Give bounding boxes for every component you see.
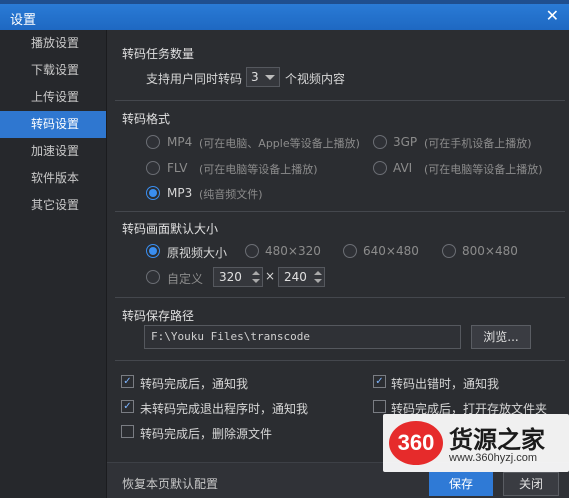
radio-size-custom[interactable] — [146, 270, 160, 284]
radio-mp3[interactable] — [146, 186, 160, 200]
close-button[interactable]: 关闭 — [503, 472, 559, 496]
sidebar-item-label: 下载设置 — [31, 63, 80, 77]
sidebar-item-acceleration[interactable]: 加速设置 — [0, 138, 106, 165]
format-flv-label: FLV — [167, 161, 188, 175]
spin-down-icon[interactable] — [314, 279, 322, 283]
watermark-url: www.360hyzj.com — [449, 452, 538, 464]
divider — [115, 100, 565, 101]
radio-avi[interactable] — [373, 161, 387, 175]
checkbox-notify-complete[interactable]: ✓ — [121, 375, 134, 388]
format-mp3-desc: (纯音频文件) — [199, 188, 263, 201]
task-count-suffix: 个视频内容 — [285, 72, 346, 86]
size-800x480-label: 800×480 — [462, 244, 518, 258]
size-title: 转码画面默认大小 — [122, 222, 219, 236]
sidebar: 播放设置 下载设置 上传设置 转码设置 加速设置 软件版本 其它设置 — [0, 30, 107, 498]
save-path-input[interactable]: F:\Youku Files\transcode — [144, 325, 461, 349]
sidebar-item-label: 播放设置 — [31, 36, 80, 50]
spin-up-icon[interactable] — [252, 271, 260, 275]
sidebar-item-playback[interactable]: 播放设置 — [0, 30, 106, 57]
delete-source-label: 转码完成后，删除源文件 — [140, 427, 273, 441]
format-mp4-label: MP4 — [167, 135, 193, 149]
format-avi-label: AVI — [393, 161, 413, 175]
divider — [115, 211, 565, 212]
browse-button[interactable]: 浏览... — [471, 325, 531, 349]
custom-width-value: 320 — [219, 270, 242, 284]
sidebar-item-label: 软件版本 — [31, 171, 80, 185]
format-avi-desc: (可在电脑等设备上播放) — [424, 163, 543, 176]
path-title: 转码保存路径 — [122, 309, 195, 323]
custom-height-value: 240 — [284, 270, 307, 284]
restore-defaults-link[interactable]: 恢复本页默认配置 — [122, 475, 218, 492]
sidebar-item-label: 上传设置 — [31, 90, 80, 104]
task-count-value: 3 — [251, 70, 259, 84]
checkbox-delete-source[interactable] — [121, 425, 134, 438]
format-title: 转码格式 — [122, 112, 171, 126]
custom-times: × — [265, 269, 276, 283]
watermark-logo: 360 — [389, 421, 443, 465]
title-bar: 设置 ✕ — [0, 4, 569, 30]
size-custom-label: 自定义 — [167, 272, 204, 286]
notify-exit-label: 未转码完成退出程序时，通知我 — [140, 402, 309, 416]
format-mp4-desc: (可在电脑、Apple等设备上播放) — [199, 137, 360, 150]
save-button[interactable]: 保存 — [429, 472, 493, 496]
checkbox-notify-error[interactable]: ✓ — [373, 375, 386, 388]
custom-width-spinner[interactable]: 320 — [213, 267, 263, 287]
sidebar-item-label: 其它设置 — [31, 198, 80, 212]
sidebar-item-other[interactable]: 其它设置 — [0, 192, 106, 219]
notify-complete-label: 转码完成后，通知我 — [140, 377, 249, 391]
task-count-prefix: 支持用户同时转码 — [146, 72, 243, 86]
size-480x320-label: 480×320 — [265, 244, 321, 258]
radio-flv[interactable] — [146, 161, 160, 175]
format-flv-desc: (可在电脑等设备上播放) — [199, 163, 318, 176]
sidebar-item-version[interactable]: 软件版本 — [0, 165, 106, 192]
checkbox-notify-exit[interactable]: ✓ — [121, 400, 134, 413]
radio-size-original[interactable] — [146, 244, 160, 258]
size-640x480-label: 640×480 — [363, 244, 419, 258]
sidebar-item-upload[interactable]: 上传设置 — [0, 84, 106, 111]
radio-size-640x480[interactable] — [343, 244, 357, 258]
radio-size-480x320[interactable] — [245, 244, 259, 258]
sidebar-item-label: 加速设置 — [31, 144, 80, 158]
chevron-down-icon — [265, 75, 275, 80]
watermark-name: 货源之家 — [449, 426, 545, 454]
notify-error-label: 转码出错时，通知我 — [391, 377, 500, 391]
watermark: 360 货源之家 www.360hyzj.com — [383, 414, 569, 472]
window-title: 设置 — [10, 13, 37, 28]
radio-mp4[interactable] — [146, 135, 160, 149]
task-count-select[interactable]: 3 — [246, 67, 280, 87]
divider — [115, 297, 565, 298]
spin-up-icon[interactable] — [314, 271, 322, 275]
radio-size-800x480[interactable] — [442, 244, 456, 258]
spin-down-icon[interactable] — [252, 279, 260, 283]
checkbox-open-folder[interactable] — [373, 400, 386, 413]
task-count-title: 转码任务数量 — [122, 47, 195, 61]
format-3gp-label: 3GP — [393, 135, 418, 149]
close-icon[interactable]: ✕ — [546, 6, 559, 25]
custom-height-spinner[interactable]: 240 — [278, 267, 325, 287]
radio-3gp[interactable] — [373, 135, 387, 149]
divider — [115, 360, 565, 361]
format-mp3-label: MP3 — [167, 186, 193, 200]
size-original-label: 原视频大小 — [167, 246, 228, 260]
sidebar-item-download[interactable]: 下载设置 — [0, 57, 106, 84]
format-3gp-desc: (可在手机设备上播放) — [424, 137, 532, 150]
sidebar-item-label: 转码设置 — [31, 117, 80, 131]
sidebar-item-transcode[interactable]: 转码设置 — [0, 111, 106, 138]
